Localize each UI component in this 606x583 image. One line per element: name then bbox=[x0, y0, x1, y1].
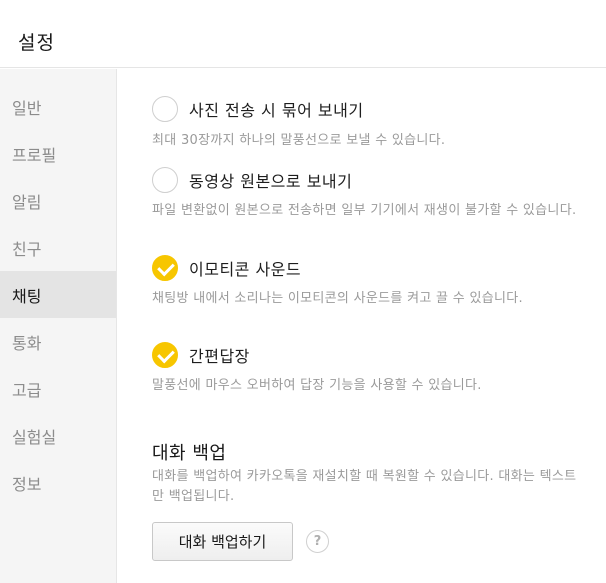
option-description: 채팅방 내에서 소리나는 이모티콘의 사운드를 켜고 끌 수 있습니다. bbox=[152, 291, 523, 306]
option-label: 동영상 원본으로 보내기 bbox=[189, 172, 353, 191]
backup-description: 대화를 백업하여 카카오톡을 재설치할 때 복원할 수 있습니다. 대화는 텍스… bbox=[152, 469, 577, 504]
chat-backup-button[interactable]: 대화 백업하기 bbox=[152, 522, 293, 561]
check-icon[interactable] bbox=[152, 96, 178, 122]
option-send-original-video[interactable]: 동영상 원본으로 보내기 bbox=[152, 167, 352, 193]
sidebar-item-general[interactable]: 일반 bbox=[0, 83, 116, 130]
option-bundle-photos[interactable]: 사진 전송 시 묶어 보내기 bbox=[152, 96, 364, 122]
check-icon[interactable] bbox=[152, 167, 178, 193]
option-description: 최대 30장까지 하나의 말풍선으로 보낼 수 있습니다. bbox=[152, 133, 446, 148]
option-emoticon-sound[interactable]: 이모티콘 사운드 bbox=[152, 255, 301, 281]
option-label: 간편답장 bbox=[189, 347, 250, 366]
settings-window: 설정 일반 프로필 알림 친구 채팅 통화 고급 실험실 정보 사진 전송 시 … bbox=[0, 0, 606, 583]
settings-sidebar: 일반 프로필 알림 친구 채팅 통화 고급 실험실 정보 bbox=[0, 69, 117, 583]
check-icon[interactable] bbox=[152, 342, 178, 368]
option-label: 사진 전송 시 묶어 보내기 bbox=[189, 101, 364, 120]
sidebar-item-profile[interactable]: 프로필 bbox=[0, 130, 116, 177]
page-title: 설정 bbox=[18, 32, 55, 54]
check-icon[interactable] bbox=[152, 255, 178, 281]
sidebar-item-friends[interactable]: 친구 bbox=[0, 224, 116, 271]
sidebar-item-info[interactable]: 정보 bbox=[0, 459, 116, 506]
option-label: 이모티콘 사운드 bbox=[189, 260, 302, 279]
sidebar-item-labs[interactable]: 실험실 bbox=[0, 412, 116, 459]
option-description: 파일 변환없이 원본으로 전송하면 일부 기기에서 재생이 불가할 수 있습니다… bbox=[152, 203, 577, 218]
backup-section-title: 대화 백업 bbox=[152, 443, 227, 464]
chat-settings-panel: 사진 전송 시 묶어 보내기 최대 30장까지 하나의 말풍선으로 보낼 수 있… bbox=[118, 69, 606, 583]
sidebar-item-chat[interactable]: 채팅 bbox=[0, 271, 116, 318]
option-description: 말풍선에 마우스 오버하여 답장 기능을 사용할 수 있습니다. bbox=[152, 378, 482, 393]
sidebar-item-advanced[interactable]: 고급 bbox=[0, 365, 116, 412]
sidebar-item-notifications[interactable]: 알림 bbox=[0, 177, 116, 224]
option-quick-reply[interactable]: 간편답장 bbox=[152, 342, 250, 368]
help-icon[interactable]: ? bbox=[306, 530, 329, 553]
title-bar: 설정 bbox=[0, 0, 606, 68]
sidebar-item-call[interactable]: 통화 bbox=[0, 318, 116, 365]
